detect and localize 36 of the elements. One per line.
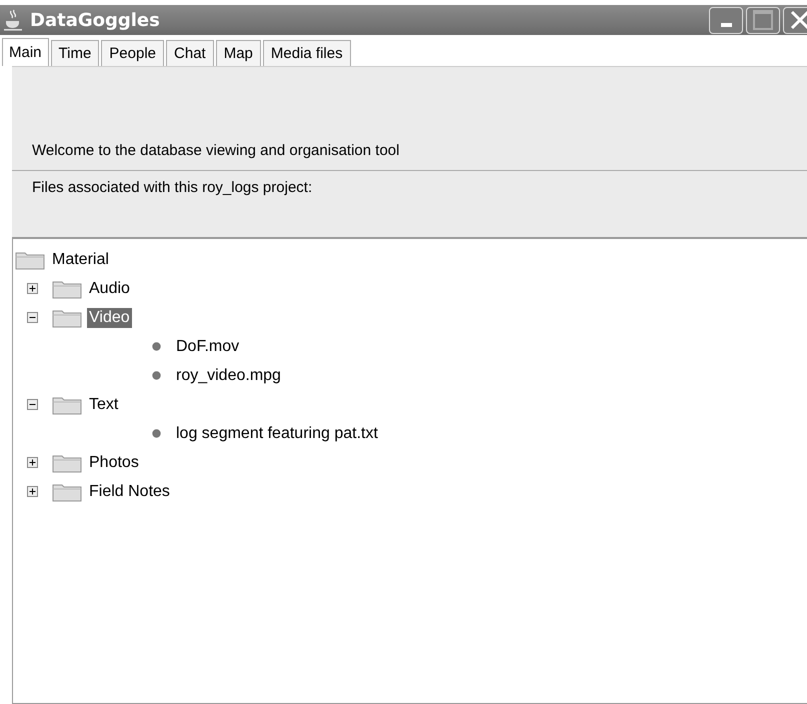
minimize-button[interactable] (709, 6, 743, 34)
expand-toggle-icon[interactable] (27, 399, 38, 410)
tab[interactable]: Chat (166, 40, 214, 66)
welcome-text: Welcome to the database viewing and organisation tool (32, 142, 400, 161)
expand-toggle-icon[interactable] (27, 283, 38, 294)
tree-item[interactable]: Video (87, 308, 132, 328)
tree-item[interactable]: Material (50, 250, 111, 270)
expand-toggle-icon[interactable] (27, 457, 38, 468)
tab[interactable]: People (101, 40, 164, 66)
tree-item[interactable]: Text (87, 394, 120, 414)
tree-item[interactable]: DoF.mov (174, 336, 242, 356)
tab[interactable]: Map (216, 40, 261, 66)
maximize-button[interactable] (746, 6, 780, 34)
files-label: Files associated with this roy_logs project: (32, 179, 314, 196)
file-bullet-icon (152, 429, 161, 438)
tree-item[interactable]: Audio (87, 278, 132, 298)
folder-icon (52, 308, 82, 328)
expand-toggle-icon[interactable] (27, 312, 38, 323)
file-bullet-icon (152, 342, 161, 351)
tree-item[interactable]: Field Notes (87, 482, 172, 502)
tree-item[interactable]: log segment featuring pat.txt (174, 424, 380, 444)
folder-icon (52, 278, 82, 298)
tab[interactable]: Media files (262, 40, 351, 66)
tab[interactable]: Time (50, 40, 100, 66)
expand-toggle-icon[interactable] (27, 486, 38, 497)
tree-item[interactable]: Photos (87, 452, 141, 472)
tree-item[interactable]: roy_video.mpg (174, 366, 283, 386)
folder-icon (15, 250, 45, 270)
folder-icon (52, 452, 82, 472)
coffee-cup-icon (4, 9, 22, 31)
close-button[interactable] (783, 6, 807, 34)
folder-icon (52, 482, 82, 502)
tab[interactable]: Main (2, 38, 49, 66)
window-title: DataGoggles (30, 10, 160, 30)
file-bullet-icon (152, 371, 161, 380)
folder-icon (52, 394, 82, 414)
